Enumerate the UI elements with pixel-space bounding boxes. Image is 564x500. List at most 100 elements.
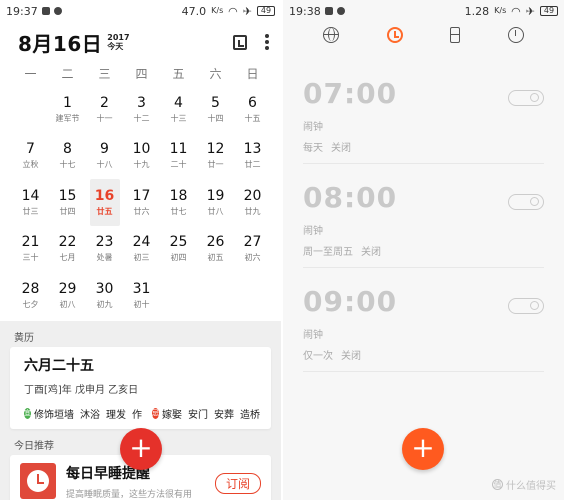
battery-icon: 49 (257, 6, 275, 16)
day-cell[interactable]: 6 十五 (234, 86, 271, 133)
alarm-repeat: 周一至周五 关闭 (303, 243, 544, 258)
ji-badge: 忌 (152, 408, 159, 419)
alarm-state: 关闭 (361, 247, 381, 258)
subscribe-button[interactable]: 订阅 (214, 473, 261, 494)
day-cell[interactable]: 10 十九 (123, 133, 160, 180)
day-cell[interactable]: 18 廿七 (160, 179, 197, 226)
day-cell[interactable]: 22 七月 (49, 226, 86, 273)
world-clock-icon[interactable] (322, 27, 339, 43)
day-lunar: 廿八 (207, 206, 224, 216)
day-cell[interactable]: 1 建军节 (49, 86, 86, 133)
almanac-lunar-date: 六月二十五 (24, 358, 94, 374)
weekday-label: 五 (172, 66, 185, 81)
day-number: 27 (243, 234, 262, 251)
day-lunar: 廿五 (96, 206, 113, 216)
today-calendar-icon[interactable] (233, 34, 247, 50)
day-cell[interactable]: 15 廿四 (49, 179, 86, 226)
day-lunar: 初六 (244, 253, 261, 263)
stopwatch-icon[interactable] (508, 27, 525, 43)
day-lunar: 初十 (133, 299, 150, 309)
alarm-toggle[interactable] (508, 90, 544, 106)
day-cell[interactable]: 2 十一 (86, 86, 123, 133)
alarm-list: 07:00 闹钟 每天 关闭 08:00 闹钟 周一至周五 关闭 09:00 闹钟 仅一次 关闭 (283, 60, 564, 372)
shield-icon (324, 7, 333, 15)
day-number: 28 (21, 280, 40, 297)
day-cell[interactable]: 31 初十 (123, 272, 160, 319)
alarm-name: 闹钟 (303, 330, 323, 341)
alarm-name: 闹钟 (303, 122, 323, 133)
day-cell[interactable]: 3 十二 (123, 86, 160, 133)
day-cell[interactable]: 14 廿三 (12, 179, 49, 226)
alarm-repeat-days: 每天 (303, 143, 323, 154)
day-cell[interactable]: 11 二十 (160, 133, 197, 180)
day-cell[interactable]: 20 廿九 (234, 179, 271, 226)
day-cell[interactable]: 28 七夕 (12, 272, 49, 319)
alarm-name: 闹钟 (303, 226, 323, 237)
day-cell[interactable]: 29 初八 (49, 272, 86, 319)
clock-tabs (283, 22, 564, 48)
clock-icon (20, 463, 56, 499)
alarm-repeat: 每天 关闭 (303, 139, 544, 154)
page-title[interactable]: 8月16日 (18, 28, 102, 57)
day-lunar: 十二 (133, 113, 150, 123)
yi-item: 修饰垣墙 (34, 410, 74, 421)
day-lunar: 廿二 (244, 160, 261, 170)
day-lunar: 十五 (244, 113, 261, 123)
day-lunar: 十三 (170, 113, 187, 123)
weekday-label: 二 (61, 66, 74, 81)
day-cell[interactable]: 8 十七 (49, 133, 86, 180)
day-lunar: 初三 (133, 253, 150, 263)
day-lunar: 廿四 (59, 206, 76, 216)
day-lunar: 十九 (133, 160, 150, 170)
more-vert-icon[interactable] (265, 34, 269, 50)
day-cell[interactable]: 19 廿八 (197, 179, 234, 226)
day-number: 8 (63, 141, 72, 158)
day-number: 15 (58, 187, 77, 204)
day-cell[interactable]: 13 廿二 (234, 133, 271, 180)
day-cell[interactable]: 24 初三 (123, 226, 160, 273)
day-number: 11 (169, 141, 188, 158)
add-alarm-button[interactable]: + (402, 428, 444, 470)
day-lunar: 廿三 (22, 206, 39, 216)
day-cell[interactable]: 9 十八 (86, 133, 123, 180)
day-lunar: 七夕 (22, 299, 39, 309)
day-cell[interactable]: 23 处暑 (86, 226, 123, 273)
weekday-label: 六 (209, 66, 222, 81)
calendar-screen: 19:37 47.0 K/s ◠ ✈ 49 8月16日 2017 今天 一 二 … (0, 0, 281, 500)
recommend-subtitle: 提高睡眠质量，这些方法很有用 (66, 490, 193, 500)
day-cell[interactable]: 4 十三 (160, 86, 197, 133)
alarm-item[interactable]: 09:00 闹钟 仅一次 关闭 (303, 268, 544, 372)
alarm-item[interactable]: 08:00 闹钟 周一至周五 关闭 (303, 164, 544, 268)
watermark-logo-icon: 值 (492, 479, 503, 490)
day-cell[interactable]: 17 廿六 (123, 179, 160, 226)
calendar-header: 8月16日 2017 今天 (0, 22, 281, 62)
day-lunar: 十八 (96, 160, 113, 170)
day-lunar: 廿一 (207, 160, 224, 170)
day-number: 24 (132, 234, 151, 251)
alarm-toggle[interactable] (508, 194, 544, 210)
day-cell[interactable]: 26 初五 (197, 226, 234, 273)
timer-icon[interactable] (450, 27, 461, 43)
day-number: 29 (58, 280, 77, 297)
day-cell[interactable]: 5 十四 (197, 86, 234, 133)
day-cell[interactable]: 27 初六 (234, 226, 271, 273)
day-cell-today[interactable]: 16 廿五 (89, 179, 120, 226)
day-cell[interactable]: 21 三十 (12, 226, 49, 273)
weekday-row: 一二三四五六日 (0, 62, 281, 84)
day-number: 19 (206, 187, 225, 204)
add-event-button[interactable]: + (120, 428, 162, 470)
weekday-label: 四 (135, 66, 148, 81)
alarm-toggle[interactable] (508, 298, 544, 314)
day-cell[interactable]: 30 初九 (86, 272, 123, 319)
airplane-icon: ✈ (525, 4, 535, 18)
alarm-item[interactable]: 07:00 闹钟 每天 关闭 (303, 60, 544, 164)
year-label: 2017 (107, 33, 130, 42)
day-cell[interactable]: 25 初四 (160, 226, 197, 273)
net-speed-unit: K/s (211, 6, 224, 15)
alarm-icon[interactable] (386, 27, 403, 43)
almanac-card[interactable]: 六月二十五 丁酉[鸡]年 戊申月 乙亥日 宜 修饰垣墙 沐浴 理发作 忌 嫁娶 安门安… (10, 347, 271, 429)
status-time: 19:38 (289, 4, 321, 18)
day-cell[interactable]: 12 廿一 (197, 133, 234, 180)
yi-item: 作 (132, 410, 142, 421)
day-cell[interactable]: 7 立秋 (12, 133, 49, 180)
